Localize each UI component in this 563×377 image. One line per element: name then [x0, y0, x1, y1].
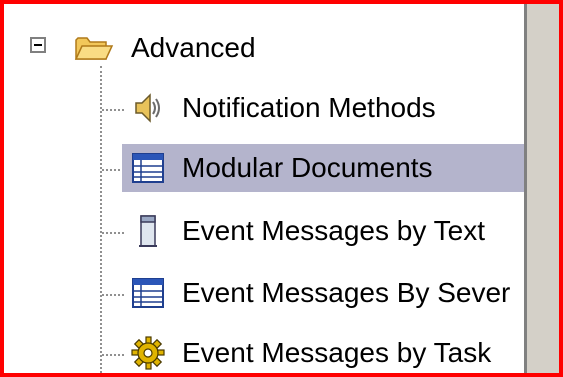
tree-connector	[102, 294, 124, 296]
table-icon	[132, 153, 164, 183]
tree-connector	[102, 232, 124, 234]
tree-connector	[102, 169, 124, 171]
tree-item-label: Event Messages By Sever	[182, 277, 511, 308]
table-icon	[132, 278, 164, 308]
tree-item-label: Modular Documents	[182, 152, 433, 183]
document-page-icon	[139, 215, 157, 247]
tree-item-event-messages-by-severity[interactable]: Event Messages By Sever	[122, 269, 524, 317]
tree-connector	[100, 66, 102, 373]
tree-view: Advanced Notification Methods Modular Do…	[4, 4, 524, 373]
tree-item-event-messages-by-text[interactable]: Event Messages by Text	[122, 207, 524, 255]
open-folder-icon	[74, 37, 114, 60]
tree-root-label[interactable]: Advanced	[131, 30, 256, 66]
tree-item-modular-documents[interactable]: Modular Documents	[122, 144, 524, 192]
tree-connector	[102, 354, 124, 356]
tree-item-label: Event Messages by Task	[182, 337, 492, 368]
collapse-toggle[interactable]	[30, 37, 46, 53]
tree-item-notification-methods[interactable]: Notification Methods	[122, 84, 524, 132]
tree-item-label: Notification Methods	[182, 92, 436, 123]
tree-panel: Advanced Notification Methods Modular Do…	[0, 0, 563, 377]
gear-icon	[131, 336, 165, 370]
tree-item-event-messages-by-task[interactable]: Event Messages by Task	[122, 329, 524, 373]
vertical-scrollbar[interactable]	[524, 4, 559, 373]
tree-connector	[102, 109, 124, 111]
speaker-icon	[135, 93, 160, 123]
tree-item-label: Event Messages by Text	[182, 215, 485, 246]
